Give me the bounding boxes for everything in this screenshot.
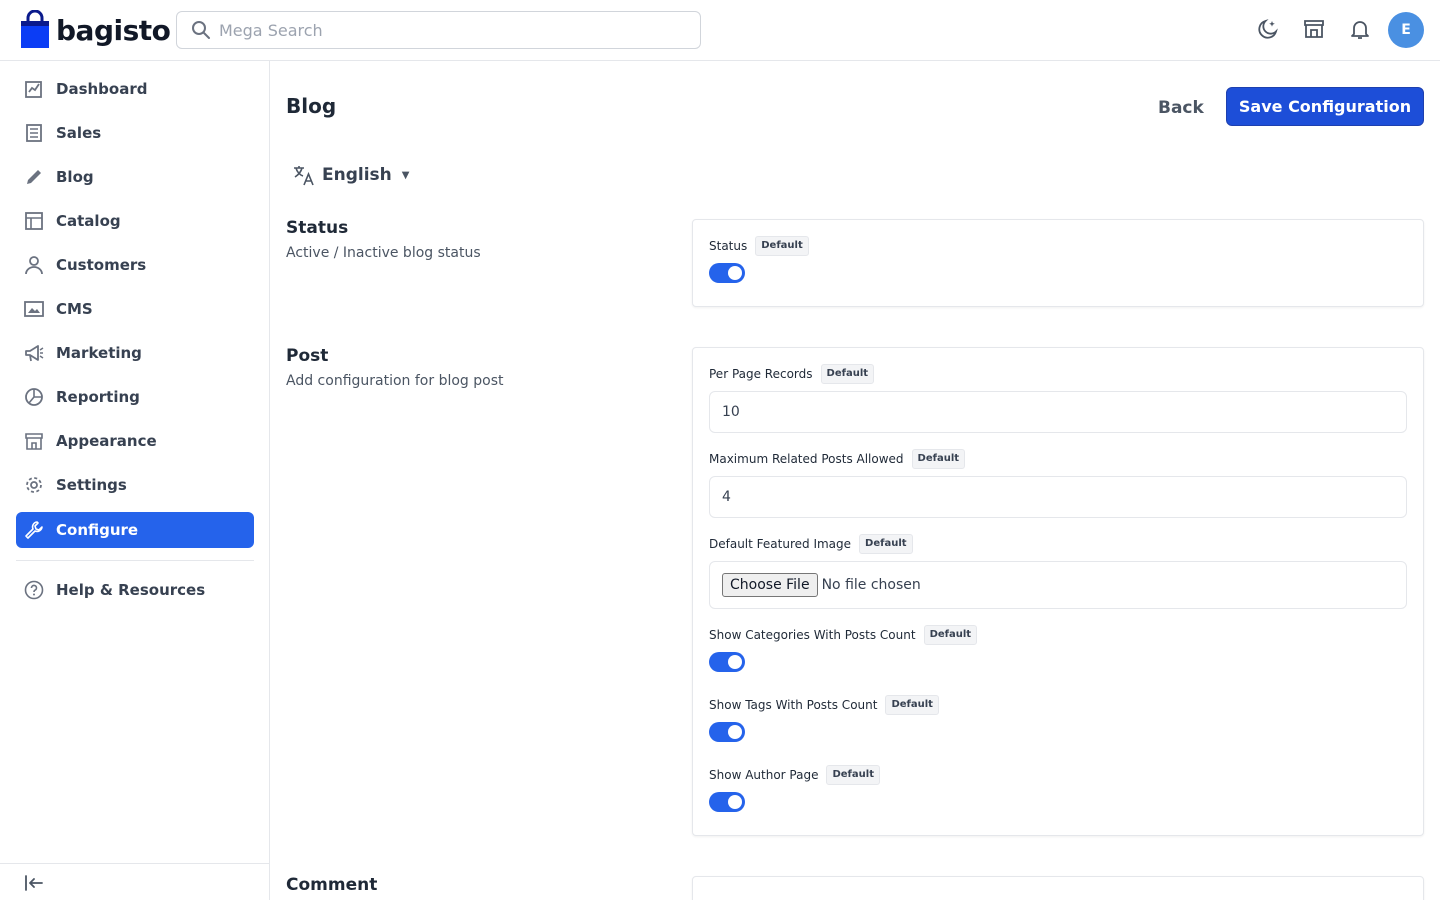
label-text: Per Page Records (709, 367, 813, 381)
default-badge: Default (911, 449, 966, 469)
section-title-comment: Comment (286, 875, 378, 895)
label-text: Show Author Page (709, 768, 819, 782)
label-text: Show Tags With Posts Count (709, 698, 878, 712)
sidebar-item-label: Help & Resources (56, 581, 206, 599)
search-input[interactable] (219, 20, 679, 40)
brand-logo[interactable]: bagisto (20, 10, 171, 50)
label-text: Show Categories With Posts Count (709, 628, 916, 642)
pencil-icon (24, 167, 44, 187)
comment-card (692, 876, 1424, 900)
sidebar-item-configure[interactable]: Configure (16, 512, 254, 548)
author-page-toggle[interactable] (709, 792, 745, 812)
label-text: Maximum Related Posts Allowed (709, 452, 904, 466)
label-text: Status (709, 239, 748, 253)
sidebar-item-label: Settings (56, 476, 127, 494)
sidebar-item-label: Customers (56, 256, 147, 274)
section-description-post: Add configuration for blog post (286, 373, 504, 389)
storefront-icon (24, 431, 44, 451)
status-toggle[interactable] (709, 263, 745, 283)
image-icon (24, 299, 44, 319)
sidebar-item-blog[interactable]: Blog (16, 159, 254, 195)
storefront-icon[interactable] (1302, 17, 1326, 41)
sidebar-footer (0, 863, 270, 900)
sidebar-item-label: Catalog (56, 212, 121, 230)
sidebar-item-dashboard[interactable]: Dashboard (16, 71, 254, 107)
wrench-icon (24, 520, 44, 540)
label-text: Default Featured Image (709, 537, 852, 551)
status-card (692, 219, 1424, 307)
catalog-icon (24, 211, 44, 231)
chevron-down-icon: ▼ (401, 169, 410, 181)
section-title-post: Post (286, 346, 329, 366)
sidebar-item-reporting[interactable]: Reporting (16, 379, 254, 415)
field-label-status: Status Default (709, 236, 809, 256)
sidebar-item-label: Sales (56, 124, 102, 142)
sidebar-item-label: Blog (56, 168, 94, 186)
section-title-status: Status (286, 218, 349, 238)
max-related-posts-input[interactable] (709, 476, 1407, 518)
help-circle-icon (24, 580, 44, 600)
field-label-author-page: Show Author Page Default (709, 765, 880, 785)
sidebar-item-label: Configure (56, 521, 139, 539)
sidebar-item-settings[interactable]: Settings (16, 467, 254, 503)
choose-file-button[interactable]: Choose File (722, 573, 818, 597)
language-switcher[interactable]: English ▼ (292, 162, 409, 188)
field-label-max-related-posts: Maximum Related Posts Allowed Default (709, 449, 966, 469)
pie-chart-icon (24, 387, 44, 407)
field-label-tags-count: Show Tags With Posts Count Default (709, 695, 939, 715)
user-icon (24, 255, 44, 275)
default-badge: Default (826, 765, 880, 785)
dark-mode-icon[interactable] (1256, 17, 1280, 41)
translate-icon (294, 166, 314, 186)
sidebar: Dashboard Sales Blog Catalog Customers C… (0, 61, 270, 900)
gear-icon (24, 475, 44, 495)
sidebar-item-cms[interactable]: CMS (16, 291, 254, 327)
default-badge: Default (885, 695, 939, 715)
bell-icon[interactable] (1348, 17, 1372, 41)
sidebar-item-marketing[interactable]: Marketing (16, 335, 254, 371)
search-icon (192, 21, 210, 39)
sidebar-item-catalog[interactable]: Catalog (16, 203, 254, 239)
mega-search[interactable] (176, 11, 701, 49)
top-header: bagisto E (0, 0, 1440, 61)
sidebar-item-label: CMS (56, 300, 93, 318)
receipt-icon (24, 123, 44, 143)
collapse-sidebar-icon[interactable] (24, 874, 44, 892)
default-badge: Default (755, 236, 809, 256)
megaphone-icon (24, 343, 44, 363)
back-button[interactable]: Back (1150, 90, 1212, 126)
field-label-featured-image: Default Featured Image Default (709, 534, 913, 554)
file-status-text: No file chosen (821, 577, 921, 593)
sidebar-item-customers[interactable]: Customers (16, 247, 254, 283)
sidebar-item-label: Appearance (56, 432, 157, 450)
brand-name: bagisto (56, 13, 171, 47)
user-avatar[interactable]: E (1388, 12, 1424, 48)
sidebar-item-help[interactable]: Help & Resources (16, 572, 254, 608)
sidebar-item-sales[interactable]: Sales (16, 115, 254, 151)
shopping-bag-icon (21, 10, 49, 48)
sidebar-divider (16, 560, 254, 561)
tags-count-toggle[interactable] (709, 722, 745, 742)
sidebar-item-label: Reporting (56, 388, 140, 406)
sidebar-item-label: Marketing (56, 344, 142, 362)
dashboard-icon (24, 79, 44, 99)
default-badge: Default (820, 364, 875, 384)
default-badge: Default (923, 625, 978, 645)
categories-count-toggle[interactable] (709, 652, 745, 672)
section-description-status: Active / Inactive blog status (286, 245, 481, 261)
language-label: English (322, 165, 392, 185)
field-label-per-page-records: Per Page Records Default (709, 364, 875, 384)
page-title: Blog (286, 94, 337, 118)
field-label-categories-count: Show Categories With Posts Count Default (709, 625, 978, 645)
featured-image-file-input: Choose File No file chosen (709, 561, 1407, 609)
sidebar-item-appearance[interactable]: Appearance (16, 423, 254, 459)
save-configuration-button[interactable]: Save Configuration (1226, 87, 1424, 126)
sidebar-item-label: Dashboard (56, 80, 148, 98)
default-badge: Default (859, 534, 913, 554)
per-page-records-input[interactable] (709, 391, 1407, 433)
